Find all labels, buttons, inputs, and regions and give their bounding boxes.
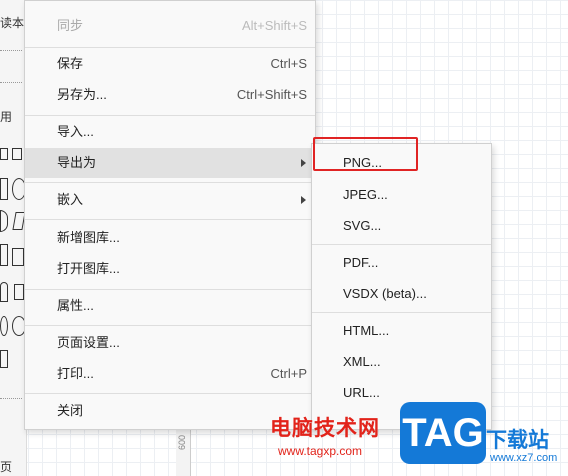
- menu-item-label: JPEG...: [343, 187, 388, 202]
- sidebar-section-label[interactable]: 页: [0, 458, 12, 475]
- menu-item-import[interactable]: 导入...: [25, 117, 315, 147]
- menu-separator: [25, 219, 315, 220]
- menu-item-label: 另存为...: [57, 87, 107, 102]
- menu-separator: [312, 312, 491, 313]
- menu-item-label: 同步: [57, 18, 84, 33]
- menu-item-label: VSDX (beta)...: [343, 286, 427, 301]
- menu-item-label: 属性...: [57, 298, 94, 313]
- vertical-ruler: 600: [176, 430, 191, 476]
- menu-item-shortcut: Ctrl+S: [270, 56, 307, 71]
- menu-item-label: PDF...: [343, 255, 379, 270]
- menu-item-open-library[interactable]: 打开图库...: [25, 254, 315, 284]
- menu-separator: [25, 115, 315, 116]
- menu-item-label: 嵌入: [57, 192, 84, 207]
- shape-circle-icon[interactable]: [0, 316, 8, 336]
- menu-item-label: URL...: [343, 385, 380, 400]
- menu-separator: [25, 325, 315, 326]
- menu-separator: [25, 289, 315, 290]
- shape-rect-icon[interactable]: [14, 284, 24, 300]
- menu-item-label: 关闭: [57, 403, 84, 418]
- sidebar-divider: [0, 398, 22, 399]
- sidebar-section-label[interactable]: 读本: [0, 14, 24, 31]
- shape-rect-icon[interactable]: [0, 350, 8, 368]
- menu-item-save-as[interactable]: 另存为... Ctrl+Shift+S: [25, 80, 315, 110]
- export-vsdx[interactable]: VSDX (beta)...: [312, 279, 491, 309]
- watermark-site-url: www.tagxp.com: [278, 444, 363, 458]
- png-highlight-box: [313, 137, 418, 171]
- menu-item-label: HTML...: [343, 323, 390, 338]
- ruler-value: 600: [177, 434, 187, 450]
- menu-item-page-setup[interactable]: 页面设置...: [25, 328, 315, 358]
- menu-item-export-as[interactable]: 导出为: [25, 148, 315, 178]
- menu-item-new-library[interactable]: 新增图库...: [25, 223, 315, 253]
- sidebar-section-label[interactable]: 用: [0, 108, 12, 125]
- export-xml[interactable]: XML...: [312, 347, 491, 377]
- submenu-arrow-icon: [301, 159, 306, 167]
- export-svg[interactable]: SVG...: [312, 211, 491, 241]
- shape-pentagon-icon[interactable]: [0, 282, 8, 302]
- menu-item-save[interactable]: 保存 Ctrl+S: [25, 49, 315, 79]
- menu-item-label: 新增图库...: [57, 230, 120, 245]
- watermark-download-url: www.xz7.com: [490, 452, 558, 464]
- menu-separator: [25, 182, 315, 183]
- shape-diamond-icon[interactable]: [0, 210, 8, 232]
- export-html[interactable]: HTML...: [312, 316, 491, 346]
- menu-item-label: 打开图库...: [57, 261, 120, 276]
- menu-item-label: 导入...: [57, 124, 94, 139]
- export-submenu: PNG... JPEG... SVG... PDF... VSDX (beta)…: [311, 143, 492, 430]
- sidebar-divider: [0, 50, 22, 51]
- menu-item-sync[interactable]: 同步 Alt+Shift+S: [25, 11, 315, 41]
- watermark-download-name: 下载站: [486, 429, 549, 452]
- export-jpeg[interactable]: JPEG...: [312, 180, 491, 210]
- menu-item-label: SVG...: [343, 218, 382, 233]
- menu-item-print[interactable]: 打印... Ctrl+P: [25, 359, 315, 389]
- menu-item-label: 打印...: [57, 366, 94, 381]
- menu-separator: [312, 244, 491, 245]
- menu-item-shortcut: Alt+Shift+S: [241, 18, 307, 33]
- menu-item-label: 保存: [57, 56, 84, 71]
- menu-item-embed[interactable]: 嵌入: [25, 185, 315, 215]
- menu-item-label: 页面设置...: [57, 335, 120, 350]
- menu-separator: [25, 393, 315, 394]
- export-pdf[interactable]: PDF...: [312, 248, 491, 278]
- shape-rect-icon[interactable]: [12, 148, 22, 160]
- shape-cube-icon[interactable]: [12, 248, 24, 266]
- tag-logo: TAG: [400, 402, 486, 464]
- shape-sidebar: 读本 用 页: [0, 0, 27, 476]
- menu-item-label: 导出为: [57, 155, 97, 170]
- shape-rect-icon[interactable]: [0, 244, 8, 266]
- menu-item-properties[interactable]: 属性...: [25, 291, 315, 321]
- menu-item-shortcut: Ctrl+P: [270, 366, 307, 381]
- watermark-site-name: 电脑技术网: [270, 417, 380, 440]
- menu-item-shortcut: Ctrl+Shift+S: [236, 87, 307, 102]
- shape-rect-icon[interactable]: [0, 178, 8, 200]
- sidebar-divider: [0, 82, 22, 83]
- menu-item-label: XML...: [343, 354, 381, 369]
- submenu-arrow-icon: [301, 196, 306, 204]
- file-menu: 同步 Alt+Shift+S 保存 Ctrl+S 另存为... Ctrl+Shi…: [24, 0, 316, 430]
- shape-rect-icon[interactable]: [0, 148, 8, 160]
- menu-separator: [25, 47, 315, 48]
